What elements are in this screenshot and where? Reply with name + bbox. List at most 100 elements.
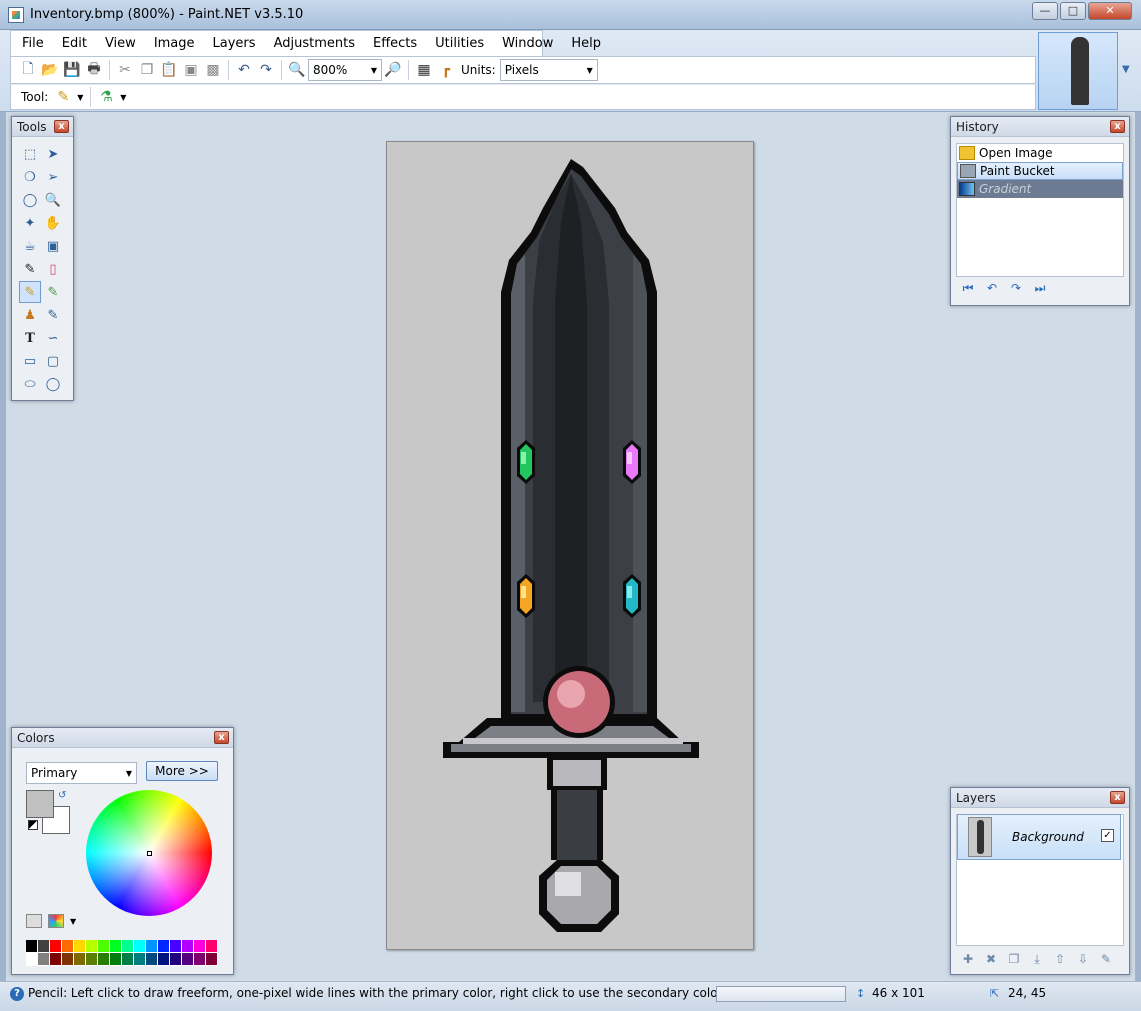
menu-edit[interactable]: Edit	[53, 32, 96, 56]
history-item-gradient[interactable]: Gradient	[957, 180, 1123, 198]
gradient-icon[interactable]: ▣	[42, 235, 64, 257]
line-curve-icon[interactable]: ∽	[42, 327, 64, 349]
palette-swatch[interactable]	[98, 953, 110, 966]
freeform-shape-icon[interactable]: ◯	[42, 373, 64, 395]
palette-swatch[interactable]	[86, 940, 98, 953]
crop-icon[interactable]: ▣	[180, 59, 202, 81]
palette-swatch[interactable]	[38, 953, 50, 966]
menu-adjustments[interactable]: Adjustments	[265, 32, 364, 56]
rectangle-select-icon[interactable]: ⬚	[19, 143, 41, 165]
open-folder-icon[interactable]: 📂	[39, 59, 61, 81]
palette-swatch[interactable]	[38, 940, 50, 953]
palette-swatch[interactable]	[158, 940, 170, 953]
copy-icon[interactable]: ❐	[136, 59, 158, 81]
palette-swatch[interactable]	[50, 953, 62, 966]
layers-close-button[interactable]: x	[1110, 791, 1125, 804]
grid-icon[interactable]: ▦	[413, 59, 435, 81]
units-combo[interactable]: Pixels ▼	[499, 59, 598, 81]
history-item-paint-bucket[interactable]: Paint Bucket	[957, 162, 1123, 180]
pencil-icon[interactable]: ✎	[19, 281, 41, 303]
palette-swatch[interactable]	[110, 940, 122, 953]
palette-swatch[interactable]	[86, 953, 98, 966]
menu-file[interactable]: File	[13, 32, 53, 56]
color-wheel[interactable]	[86, 790, 212, 916]
recolor-icon[interactable]: ✎	[42, 304, 64, 326]
menu-effects[interactable]: Effects	[364, 32, 426, 56]
more-colors-button[interactable]: More >>	[146, 761, 218, 781]
palette-swatch[interactable]	[158, 953, 170, 966]
palette-swatch[interactable]	[98, 940, 110, 953]
palette-swatch[interactable]	[26, 953, 38, 966]
palette-swatch[interactable]	[122, 953, 134, 966]
zoom-combo[interactable]: 800% ▼	[308, 59, 382, 81]
image-canvas[interactable]	[386, 141, 754, 950]
pencil-icon[interactable]: ✎	[52, 86, 74, 108]
palette-swatch[interactable]	[110, 953, 122, 966]
menu-image[interactable]: Image	[145, 32, 204, 56]
close-button[interactable]: ✕	[1088, 2, 1132, 20]
palette-swatch[interactable]	[182, 940, 194, 953]
paintnet-app-icon[interactable]	[8, 7, 24, 23]
zoom-in-icon[interactable]: 🔎	[382, 59, 404, 81]
new-file-icon[interactable]: 🗋	[17, 59, 39, 81]
menu-utilities[interactable]: Utilities	[426, 32, 493, 56]
undo-icon[interactable]: ↶	[233, 59, 255, 81]
reset-colors-icon[interactable]	[28, 820, 38, 830]
menu-help[interactable]: Help	[562, 32, 610, 56]
palette-swatch[interactable]	[62, 953, 74, 966]
ellipse-select-icon[interactable]: ◯	[19, 189, 41, 211]
palette-swatch[interactable]	[194, 940, 206, 953]
print-icon[interactable]: 🖶	[83, 59, 105, 81]
lasso-select-icon[interactable]: ❍	[19, 166, 41, 188]
menu-window[interactable]: Window	[493, 32, 562, 56]
swap-colors-icon[interactable]: ↺	[58, 790, 66, 801]
paint-bucket-icon[interactable]: ☕	[19, 235, 41, 257]
palette-swatch[interactable]	[122, 940, 134, 953]
delete-layer-icon[interactable]: ✖	[982, 950, 1000, 968]
chevron-down-icon[interactable]: ▼	[70, 917, 76, 926]
palette-swatch[interactable]	[206, 940, 218, 953]
palette-swatch[interactable]	[194, 953, 206, 966]
color-picker-icon[interactable]: ✎	[42, 281, 64, 303]
minimize-button[interactable]: —	[1032, 2, 1058, 20]
magic-wand-icon[interactable]: ✦	[19, 212, 41, 234]
text-icon[interactable]: T	[19, 327, 41, 349]
ellipse-icon[interactable]: ⬭	[19, 373, 41, 395]
clone-stamp-icon[interactable]: ♟	[19, 304, 41, 326]
palette-swatch[interactable]	[74, 940, 86, 953]
pan-hand-icon[interactable]: ✋	[42, 212, 64, 234]
blend-mode-icon[interactable]: ⚗	[95, 86, 117, 108]
deselect-icon[interactable]: ▩	[202, 59, 224, 81]
add-color-icon[interactable]	[26, 914, 42, 928]
palette-swatch[interactable]	[182, 953, 194, 966]
layer-properties-icon[interactable]: ✎	[1097, 950, 1115, 968]
maximize-button[interactable]: □	[1060, 2, 1086, 20]
palette-swatch[interactable]	[206, 953, 218, 966]
color-mode-combo[interactable]: Primary ▼	[26, 762, 137, 784]
layer-row-background[interactable]: Background ✓	[957, 814, 1121, 860]
palette-swatch[interactable]	[170, 953, 182, 966]
move-layer-down-icon[interactable]: ⇩	[1074, 950, 1092, 968]
duplicate-layer-icon[interactable]: ❐	[1005, 950, 1023, 968]
redo-icon[interactable]: ↷	[255, 59, 277, 81]
chevron-down-icon[interactable]: ▼	[117, 86, 129, 108]
palette-swatch[interactable]	[50, 940, 62, 953]
move-selected-pixels-icon[interactable]: ➤	[42, 143, 64, 165]
palette-swatch[interactable]	[74, 953, 86, 966]
menu-layers[interactable]: Layers	[204, 32, 265, 56]
merge-layer-down-icon[interactable]: ⤓	[1028, 950, 1046, 968]
eraser-icon[interactable]: ▯	[42, 258, 64, 280]
palette-swatch[interactable]	[146, 940, 158, 953]
zoom-out-icon[interactable]: 🔍	[286, 59, 308, 81]
move-selection-icon[interactable]: ➢	[42, 166, 64, 188]
chevron-down-icon[interactable]: ▼	[1122, 64, 1130, 75]
chevron-down-icon[interactable]: ▼	[74, 86, 86, 108]
palette-swatch[interactable]	[146, 953, 158, 966]
zoom-icon[interactable]: 🔍	[42, 189, 64, 211]
paste-icon[interactable]: 📋	[158, 59, 180, 81]
palette-swatch[interactable]	[134, 953, 146, 966]
undo-icon[interactable]: ↶	[983, 279, 1001, 297]
save-icon[interactable]: 💾	[61, 59, 83, 81]
history-item-open-image[interactable]: Open Image	[957, 144, 1123, 162]
color-wheel-cursor[interactable]	[147, 851, 152, 856]
